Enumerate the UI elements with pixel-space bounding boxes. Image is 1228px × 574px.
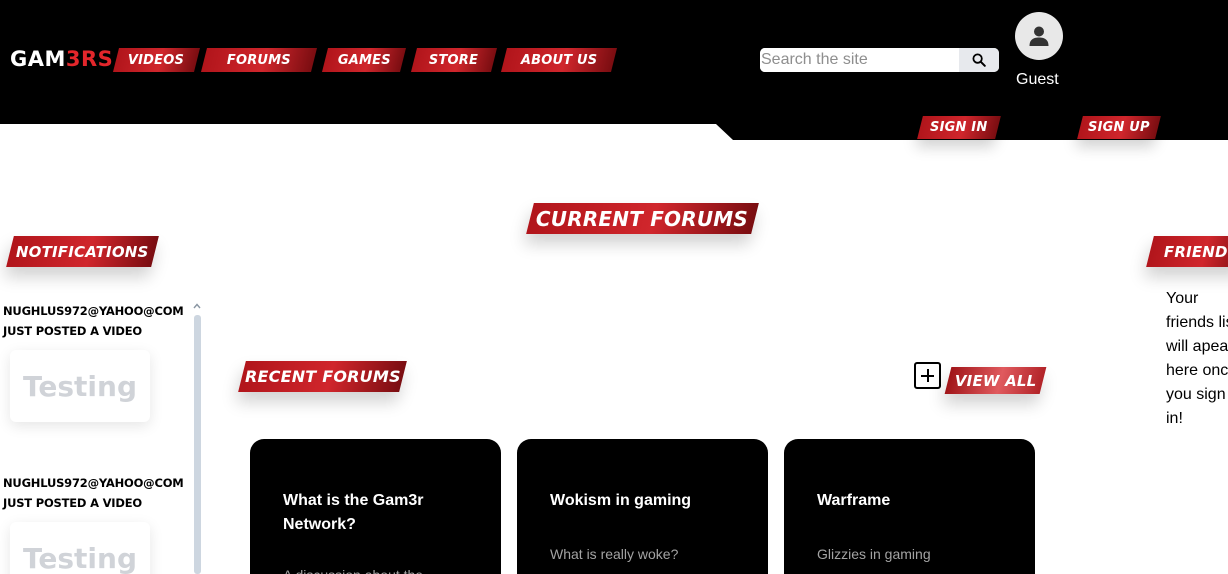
forum-title: Wokism in gaming (550, 492, 692, 509)
nav-games[interactable]: GAMES (322, 48, 406, 72)
add-forum-icon[interactable] (914, 362, 941, 389)
notification-action: JUST POSTED A VIDEO (3, 496, 142, 510)
recent-forums-heading: RECENT FORUMS (238, 361, 407, 392)
notifications-list: NUGHLUS972@YAHOO@COM JUST POSTED A VIDEO… (0, 300, 192, 574)
nav-about-us[interactable]: ABOUT US (501, 48, 617, 72)
current-forums-heading: CURRENT FORUMS (526, 203, 759, 234)
sign-up-button[interactable]: SIGN UP (1077, 116, 1161, 139)
search-icon (972, 53, 986, 67)
site-logo[interactable]: GAM3RS (10, 47, 113, 71)
friends-empty-message: Your friends list will apear here once y… (1166, 290, 1228, 427)
notification-user[interactable]: NUGHLUS972@YAHOO@COM (3, 476, 184, 490)
forum-description: Glizzies in gaming (817, 546, 931, 562)
forum-title: What is the Gam3r Network? (283, 492, 424, 533)
avatar[interactable] (1015, 12, 1063, 60)
nav-store[interactable]: STORE (411, 48, 497, 72)
nav-forums[interactable]: FORUMS (201, 48, 317, 72)
forum-card[interactable]: Warframe Glizzies in gaming (784, 439, 1035, 574)
friends-heading: FRIENDS (1146, 236, 1228, 267)
forum-description: What is really woke? (550, 546, 679, 562)
forum-card[interactable]: What is the Gam3r Network? A discussion … (250, 439, 501, 574)
notification-video-preview[interactable]: Testing (10, 522, 150, 574)
forum-card[interactable]: Wokism in gaming What is really woke? (517, 439, 768, 574)
nav-videos[interactable]: VIDEOS (113, 48, 200, 72)
sign-in-button[interactable]: SIGN IN (917, 116, 1001, 139)
view-all-button[interactable]: VIEW ALL (944, 367, 1047, 394)
notification-user[interactable]: NUGHLUS972@YAHOO@COM (3, 304, 184, 318)
search-bar (760, 48, 999, 72)
notification-video-preview[interactable]: Testing (10, 350, 150, 422)
user-icon (1029, 26, 1049, 46)
search-input[interactable] (760, 48, 958, 72)
user-name: Guest (1016, 71, 1059, 88)
notification-action: JUST POSTED A VIDEO (3, 324, 142, 338)
forum-description: A discussion about the (283, 565, 483, 574)
site-header: GAM3RS VIDEOS FORUMS GAMES STORE ABOUT U… (0, 0, 1228, 124)
forum-title: Warframe (817, 492, 891, 509)
scroll-up-icon[interactable] (192, 301, 202, 311)
search-button[interactable] (959, 48, 999, 72)
notifications-scrollbar[interactable] (194, 315, 201, 574)
notifications-heading: NOTIFICATIONS (6, 236, 159, 267)
